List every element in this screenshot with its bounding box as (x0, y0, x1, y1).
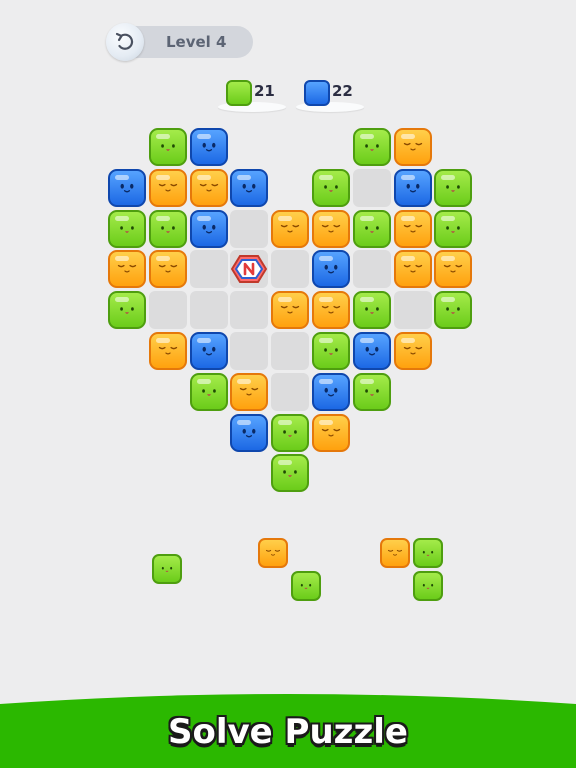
tray-orange-block[interactable] (258, 538, 288, 568)
orange-block[interactable] (190, 169, 228, 207)
orange-block[interactable] (149, 332, 187, 370)
tray-green-block[interactable] (413, 538, 443, 568)
orange-block[interactable] (394, 210, 432, 248)
empty-slot[interactable] (190, 250, 228, 288)
empty-slot[interactable] (230, 291, 268, 329)
green-block[interactable] (149, 128, 187, 166)
orange-block[interactable] (394, 332, 432, 370)
green-block[interactable] (312, 169, 350, 207)
tray-green-block[interactable] (413, 571, 443, 601)
blue-block[interactable] (394, 169, 432, 207)
blue-block[interactable] (230, 169, 268, 207)
blue-block[interactable] (230, 414, 268, 452)
orange-block[interactable] (312, 414, 350, 452)
empty-slot[interactable] (271, 332, 309, 370)
empty-slot[interactable] (190, 291, 228, 329)
green-block[interactable] (271, 454, 309, 492)
green-block[interactable] (312, 332, 350, 370)
footer-banner: Solve Puzzle (0, 690, 576, 768)
orange-block[interactable] (312, 210, 350, 248)
blue-block[interactable] (108, 169, 146, 207)
orange-block[interactable] (149, 250, 187, 288)
green-block[interactable] (353, 291, 391, 329)
blue-block[interactable] (190, 128, 228, 166)
green-block[interactable] (434, 169, 472, 207)
green-block[interactable] (108, 291, 146, 329)
orange-block[interactable] (312, 291, 350, 329)
tray-green-block[interactable] (152, 554, 182, 584)
blue-block[interactable] (312, 373, 350, 411)
hex-bomb-icon[interactable] (229, 250, 269, 288)
blue-block[interactable] (190, 332, 228, 370)
orange-block[interactable] (394, 128, 432, 166)
orange-block[interactable] (149, 169, 187, 207)
orange-block[interactable] (230, 373, 268, 411)
empty-slot[interactable] (353, 250, 391, 288)
empty-slot[interactable] (230, 210, 268, 248)
green-block[interactable] (434, 210, 472, 248)
empty-slot[interactable] (271, 250, 309, 288)
empty-slot[interactable] (271, 373, 309, 411)
orange-block[interactable] (108, 250, 146, 288)
empty-slot[interactable] (149, 291, 187, 329)
green-block[interactable] (353, 210, 391, 248)
empty-slot[interactable] (394, 291, 432, 329)
green-block[interactable] (190, 373, 228, 411)
orange-block[interactable] (271, 210, 309, 248)
tray-green-block[interactable] (291, 571, 321, 601)
green-block[interactable] (149, 210, 187, 248)
footer-title: Solve Puzzle (168, 712, 408, 752)
blue-block[interactable] (353, 332, 391, 370)
blue-block[interactable] (190, 210, 228, 248)
green-block[interactable] (434, 291, 472, 329)
empty-slot[interactable] (353, 169, 391, 207)
orange-block[interactable] (434, 250, 472, 288)
green-block[interactable] (108, 210, 146, 248)
empty-slot[interactable] (230, 332, 268, 370)
orange-block[interactable] (271, 291, 309, 329)
green-block[interactable] (271, 414, 309, 452)
green-block[interactable] (353, 128, 391, 166)
blue-block[interactable] (312, 250, 350, 288)
orange-block[interactable] (394, 250, 432, 288)
tray-orange-block[interactable] (380, 538, 410, 568)
green-block[interactable] (353, 373, 391, 411)
heart-board (0, 0, 576, 520)
